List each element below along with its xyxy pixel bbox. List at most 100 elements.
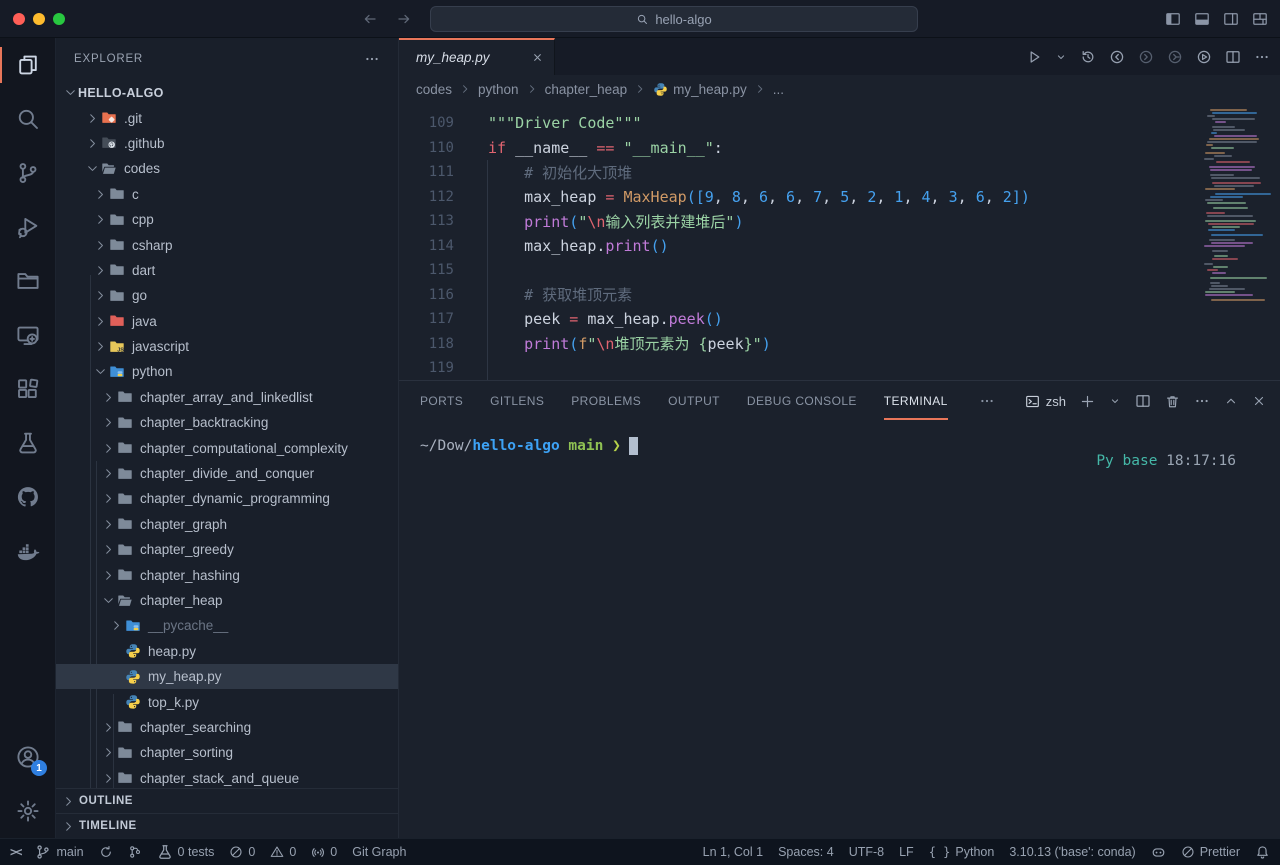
chevron-right-icon[interactable] xyxy=(100,569,116,582)
layout-panel-icon[interactable] xyxy=(1194,11,1210,27)
nav-back-circle-icon[interactable] xyxy=(1109,49,1125,65)
chevron-right-icon[interactable] xyxy=(92,340,108,353)
chevron-down-icon[interactable] xyxy=(84,162,100,175)
terminal-split-icon[interactable] xyxy=(1135,393,1151,409)
chevron-right-icon[interactable] xyxy=(100,391,116,404)
play-icon[interactable] xyxy=(1026,49,1042,65)
split-icon[interactable] xyxy=(1225,49,1241,65)
command-center-search[interactable]: hello-algo xyxy=(430,6,918,32)
panel-tab-gitlens[interactable]: GITLENS xyxy=(490,382,544,420)
panel-tab-output[interactable]: OUTPUT xyxy=(668,382,720,420)
chevron-right-icon[interactable] xyxy=(100,746,116,759)
shell-selector[interactable]: zsh xyxy=(1025,394,1066,409)
chevron-down-icon[interactable] xyxy=(92,365,108,378)
notifications[interactable] xyxy=(1255,845,1270,860)
layout-sidebar-right-icon[interactable] xyxy=(1223,11,1239,27)
tab-my-heap[interactable]: my_heap.py xyxy=(399,38,555,75)
python-interpreter[interactable]: 3.10.13 ('base': conda) xyxy=(1009,845,1135,859)
tree-item-chapter-dynamic-programming[interactable]: chapter_dynamic_programming xyxy=(56,486,398,511)
activity-source-control[interactable] xyxy=(0,146,55,200)
tree-item--git[interactable]: .git xyxy=(56,105,398,130)
chevron-right-icon[interactable] xyxy=(100,442,116,455)
tree-item-javascript[interactable]: JSjavascript xyxy=(56,334,398,359)
chevron-right-icon[interactable] xyxy=(84,137,100,150)
breadcrumb-item[interactable]: chapter_heap xyxy=(545,82,628,97)
tree-item-chapter-stack-and-queue[interactable]: chapter_stack_and_queue xyxy=(56,766,398,788)
tree-item-dart[interactable]: dart xyxy=(56,258,398,283)
tree-item-chapter-backtracking[interactable]: chapter_backtracking xyxy=(56,410,398,435)
chevron-right-icon[interactable] xyxy=(100,721,116,734)
tree-item-chapter-divide-and-conquer[interactable]: chapter_divide_and_conquer xyxy=(56,461,398,486)
tree-item--pycache-[interactable]: __pycache__ xyxy=(56,613,398,638)
run-profile-icon[interactable] xyxy=(1196,49,1212,65)
tree-item-chapter-array-and-linkedlist[interactable]: chapter_array_and_linkedlist xyxy=(56,385,398,410)
tree-item-top-k-py[interactable]: top_k.py xyxy=(56,689,398,714)
tree-item-chapter-graph[interactable]: chapter_graph xyxy=(56,512,398,537)
chevron-right-icon[interactable] xyxy=(92,239,108,252)
activity-accounts[interactable]: 1 xyxy=(0,730,55,784)
tree-item-java[interactable]: java xyxy=(56,309,398,334)
prettier-status[interactable]: Prettier xyxy=(1181,845,1240,859)
zoom-button[interactable] xyxy=(53,13,65,25)
circle-dim-icon[interactable] xyxy=(1138,49,1154,65)
sidebar-more-icon[interactable] xyxy=(364,51,380,67)
breadcrumb-item[interactable]: codes xyxy=(416,82,452,97)
chevron-right-icon[interactable] xyxy=(92,188,108,201)
chevron-right-icon[interactable] xyxy=(100,492,116,505)
git-graph-button[interactable]: Git Graph xyxy=(352,845,406,859)
chevron-right-icon[interactable] xyxy=(108,619,124,632)
sync-status[interactable] xyxy=(99,845,113,859)
breadcrumb-item[interactable]: my_heap.py xyxy=(653,82,747,97)
tree-item-chapter-searching[interactable]: chapter_searching xyxy=(56,715,398,740)
activity-search[interactable] xyxy=(0,92,55,146)
activity-file-manager[interactable] xyxy=(0,254,55,308)
encoding[interactable]: UTF-8 xyxy=(849,845,884,859)
activity-extensions[interactable] xyxy=(0,362,55,416)
indentation[interactable]: Spaces: 4 xyxy=(778,845,834,859)
tree-item-go[interactable]: go xyxy=(56,283,398,308)
tree-item-chapter-computational-complexity[interactable]: chapter_computational_complexity xyxy=(56,435,398,460)
chevron-right-icon[interactable] xyxy=(100,543,116,556)
tree-item-csharp[interactable]: csharp xyxy=(56,232,398,257)
section-timeline[interactable]: TIMELINE xyxy=(56,813,398,838)
tree-item-cpp[interactable]: cpp xyxy=(56,207,398,232)
chevron-down-icon[interactable] xyxy=(62,86,78,99)
history-icon[interactable] xyxy=(1080,49,1096,65)
tree-item-c[interactable]: c xyxy=(56,182,398,207)
layout-grid-icon[interactable] xyxy=(1252,11,1268,27)
git-graph-status[interactable] xyxy=(128,845,142,859)
chevron-down-icon[interactable] xyxy=(100,594,116,607)
activity-github[interactable] xyxy=(0,470,55,524)
tests-status[interactable]: 0 tests xyxy=(157,844,215,860)
code-editor[interactable]: 109"""Driver Code"""110if __name__ == "_… xyxy=(399,103,1280,380)
panel-tab-debug-console[interactable]: DEBUG CONSOLE xyxy=(747,382,857,420)
close-button[interactable] xyxy=(13,13,25,25)
chevron-right-icon[interactable] xyxy=(92,315,108,328)
language-mode[interactable]: { }Python xyxy=(929,845,995,859)
section-outline[interactable]: OUTLINE xyxy=(56,788,398,813)
breadcrumb-item[interactable]: ... xyxy=(773,82,784,97)
chevron-right-icon[interactable] xyxy=(92,213,108,226)
tree-item-my-heap-py[interactable]: my_heap.py xyxy=(56,664,398,689)
chevron-right-icon[interactable] xyxy=(100,416,116,429)
nav-back-icon[interactable] xyxy=(362,11,378,27)
terminal-trash-icon[interactable] xyxy=(1165,394,1180,409)
chevron-right-icon[interactable] xyxy=(100,467,116,480)
errors-status[interactable]: 0 xyxy=(229,845,255,859)
terminal-close-icon[interactable] xyxy=(1252,394,1266,408)
chevron-right-icon[interactable] xyxy=(92,289,108,302)
nav-forward-icon[interactable] xyxy=(396,11,412,27)
ellipsis-icon[interactable] xyxy=(1254,49,1270,65)
tree-item-chapter-hashing[interactable]: chapter_hashing xyxy=(56,562,398,587)
panel-tab-ports[interactable]: PORTS xyxy=(420,382,463,420)
activity-explorer[interactable] xyxy=(0,38,55,92)
activity-remote-explorer[interactable] xyxy=(0,308,55,362)
ports-status[interactable]: 0 xyxy=(311,845,337,859)
circle-right-dim-icon[interactable] xyxy=(1167,49,1183,65)
eol[interactable]: LF xyxy=(899,845,914,859)
terminal-chev-down-sm-icon[interactable] xyxy=(1109,395,1121,407)
tree-item-codes[interactable]: codes xyxy=(56,156,398,181)
tab-close-icon[interactable] xyxy=(531,51,544,64)
chev-down-sm-icon[interactable] xyxy=(1055,51,1067,63)
warnings-status[interactable]: 0 xyxy=(270,845,296,859)
